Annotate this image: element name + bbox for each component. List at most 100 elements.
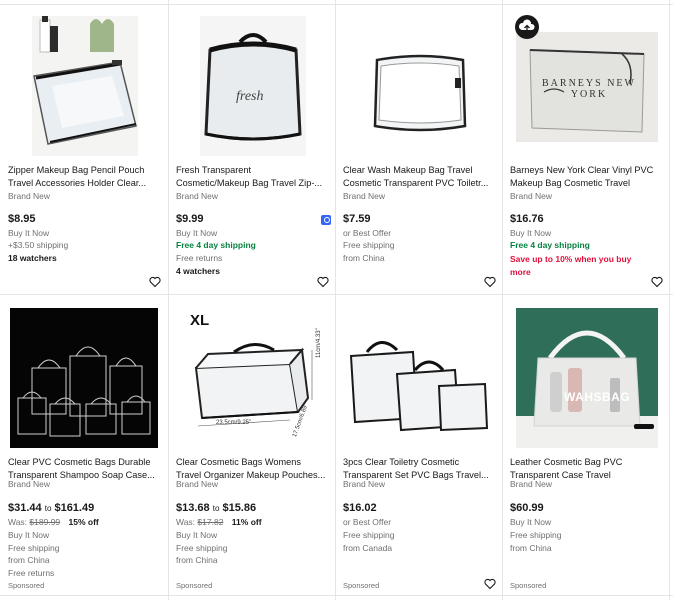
promo-text: Save up to 10% when you buy more bbox=[510, 254, 632, 277]
returns-info: Free returns bbox=[176, 253, 223, 263]
product-card[interactable]: Clear Wash Makeup Bag Travel Cosmetic Tr… bbox=[335, 4, 502, 294]
product-card[interactable]: fresh Fresh Transparent Cosmetic/Makeup … bbox=[168, 4, 335, 294]
buying-format: Buy It Now bbox=[510, 228, 552, 238]
barneys-logo-text: BARNEYS NEW YORK bbox=[542, 78, 636, 100]
watchers-count: 4 watchers bbox=[176, 266, 220, 276]
buying-format: or Best Offer bbox=[343, 517, 392, 527]
product-card[interactable]: Clear PVC Cosmetic Bags Durable Transpar… bbox=[0, 296, 167, 590]
product-price: $31.44 to $161.49 bbox=[8, 502, 94, 514]
xl-cosmetic-bag-image bbox=[178, 308, 326, 448]
product-image[interactable] bbox=[516, 308, 658, 448]
product-grid: Zipper Makeup Bag Pencil Pouch Travel Ac… bbox=[0, 0, 673, 600]
sponsored-label: Sponsored bbox=[343, 581, 380, 590]
heart-icon[interactable] bbox=[651, 275, 663, 288]
buying-format: Buy It Now bbox=[510, 517, 552, 527]
shipping-info: Free 4 day shipping bbox=[176, 240, 256, 250]
upload-cloud-icon[interactable] bbox=[515, 15, 539, 39]
product-card[interactable]: 3pcs Clear Toiletry Cosmetic Transparent… bbox=[335, 296, 502, 590]
shipping-info: Free shipping bbox=[510, 530, 562, 540]
shipping-info: Free shipping bbox=[176, 543, 228, 553]
product-price: $9.99 bbox=[176, 213, 204, 225]
three-piece-bags-image bbox=[343, 326, 493, 436]
price-range-separator: to bbox=[212, 504, 220, 513]
product-condition: Brand New bbox=[8, 479, 51, 489]
sponsored-label: Sponsored bbox=[510, 581, 547, 590]
product-title[interactable]: 3pcs Clear Toiletry Cosmetic Transparent… bbox=[343, 456, 493, 481]
shipping-info: Free 4 day shipping bbox=[510, 240, 590, 250]
product-condition: Brand New bbox=[8, 191, 51, 201]
was-price: $189.99 bbox=[29, 517, 61, 527]
clear-wash-bag-image bbox=[357, 16, 483, 156]
returns-info: Free returns bbox=[8, 568, 55, 578]
heart-icon[interactable] bbox=[484, 577, 496, 590]
shipping-info: Free shipping bbox=[8, 543, 60, 553]
product-card[interactable]: BARNEYS NEW YORK Barneys New York Clear … bbox=[502, 4, 669, 294]
product-image[interactable] bbox=[343, 326, 493, 436]
product-condition: Brand New bbox=[176, 191, 219, 201]
ships-from: from China bbox=[176, 555, 218, 565]
wahsbag-brand-text: WAHSBAG bbox=[564, 390, 631, 404]
was-label: Was: bbox=[176, 517, 196, 527]
product-title[interactable]: Clear PVC Cosmetic Bags Durable Transpar… bbox=[8, 456, 158, 481]
price-low: $31.44 bbox=[8, 502, 42, 514]
pvc-bags-image bbox=[10, 308, 158, 448]
was-price: $17.82 bbox=[197, 517, 224, 527]
was-price-row: Was: $17.82 11% off bbox=[176, 517, 262, 527]
product-title[interactable]: Clear Cosmetic Bags Womens Travel Organi… bbox=[176, 456, 326, 481]
watchers-count: 18 watchers bbox=[8, 253, 57, 263]
height-dimension-text: 11cm/4.33" bbox=[316, 328, 322, 358]
heart-icon[interactable] bbox=[484, 275, 496, 288]
product-price: $16.76 bbox=[510, 213, 544, 225]
row-divider bbox=[0, 294, 673, 295]
price-low: $13.68 bbox=[176, 502, 210, 514]
product-image[interactable] bbox=[32, 16, 138, 156]
sponsored-label: Sponsored bbox=[8, 581, 45, 590]
product-image[interactable] bbox=[10, 308, 158, 448]
shipping-info: Free shipping bbox=[343, 530, 395, 540]
price-high: $161.49 bbox=[54, 502, 95, 514]
product-condition: Brand New bbox=[343, 191, 386, 201]
price-range-separator: to bbox=[44, 504, 52, 513]
discount-text: 15% off bbox=[68, 517, 99, 527]
buying-format: Buy It Now bbox=[8, 530, 50, 540]
shipping-info: Free shipping bbox=[343, 240, 395, 250]
heart-icon[interactable] bbox=[317, 275, 329, 288]
product-image[interactable]: fresh bbox=[200, 16, 306, 156]
product-price: $16.02 bbox=[343, 502, 377, 514]
product-condition: Brand New bbox=[510, 191, 553, 201]
product-price: $8.95 bbox=[8, 213, 36, 225]
product-image[interactable] bbox=[357, 16, 483, 156]
product-card[interactable]: WAHSBAG Leather Cosmetic Bag PVC Transpa… bbox=[502, 296, 669, 590]
heart-icon[interactable] bbox=[149, 275, 161, 288]
product-price: $60.99 bbox=[510, 502, 544, 514]
product-title[interactable]: Zipper Makeup Bag Pencil Pouch Travel Ac… bbox=[8, 164, 158, 189]
ships-from: from China bbox=[8, 555, 50, 565]
size-label-text: XL bbox=[190, 312, 210, 329]
top-rated-badge-icon bbox=[321, 215, 331, 225]
buying-format: Buy It Now bbox=[176, 228, 218, 238]
discount-text: 11% off bbox=[231, 517, 262, 527]
product-condition: Brand New bbox=[510, 479, 553, 489]
product-image[interactable] bbox=[178, 308, 326, 448]
product-card[interactable]: XL 23.5cm/9.25" 11cm/4.33" 17.5cm/6.89" … bbox=[168, 296, 335, 590]
product-title[interactable]: Clear Wash Makeup Bag Travel Cosmetic Tr… bbox=[343, 164, 493, 189]
svg-text:fresh: fresh bbox=[236, 89, 263, 104]
product-title[interactable]: Barneys New York Clear Vinyl PVC Makeup … bbox=[510, 164, 660, 189]
width-dimension-text: 23.5cm/9.25" bbox=[216, 420, 252, 426]
product-price: $13.68 to $15.86 bbox=[176, 502, 256, 514]
buying-format: Buy It Now bbox=[8, 228, 50, 238]
product-card[interactable]: Zipper Makeup Bag Pencil Pouch Travel Ac… bbox=[0, 4, 167, 294]
column-divider bbox=[669, 0, 670, 600]
product-condition: Brand New bbox=[343, 479, 386, 489]
product-title[interactable]: Leather Cosmetic Bag PVC Transparent Cas… bbox=[510, 456, 660, 481]
sponsored-label: Sponsored bbox=[176, 581, 213, 590]
wahsbag-image bbox=[516, 308, 658, 448]
was-price-row: Was: $189.99 15% off bbox=[8, 517, 99, 527]
fresh-bag-image: fresh bbox=[200, 16, 306, 156]
buying-format: Buy It Now bbox=[176, 530, 218, 540]
shipping-cost: +$3.50 shipping bbox=[8, 240, 69, 250]
product-title[interactable]: Fresh Transparent Cosmetic/Makeup Bag Tr… bbox=[176, 164, 326, 189]
price-high: $15.86 bbox=[222, 502, 257, 514]
product-condition: Brand New bbox=[176, 479, 219, 489]
product-price: $7.59 bbox=[343, 213, 371, 225]
